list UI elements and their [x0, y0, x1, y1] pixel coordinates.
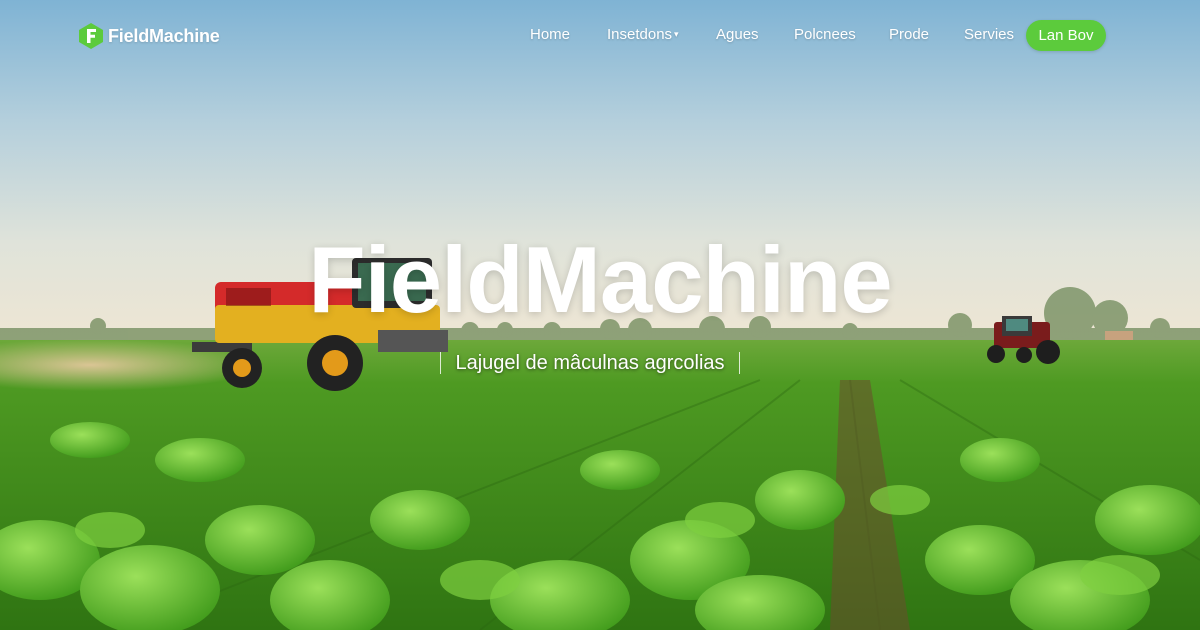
chevron-down-icon: ▾	[674, 29, 679, 39]
landing-page: FieldMachine Home Insetdons ▾ Agues Polcn…	[0, 0, 1200, 630]
hero-subtitle-box: Lajugel de mâculnas agrcolias	[440, 346, 740, 380]
nav-item-polcnees[interactable]: Polcnees	[794, 26, 856, 43]
subtitle-divider	[440, 352, 441, 374]
hero-subtitle: Lajugel de mâculnas agrcolias	[455, 352, 725, 374]
hero-title: FieldMachine	[308, 227, 892, 332]
nav-item-label: Insetdons	[607, 26, 673, 43]
main-nav: Home Insetdons ▾ Agues Polcnees Prode Ser…	[0, 26, 1200, 46]
nav-item-home[interactable]: Home	[530, 26, 570, 43]
top-navbar: FieldMachine Home Insetdons ▾ Agues Polcn…	[0, 0, 1200, 72]
nav-item-prode[interactable]: Prode	[889, 26, 929, 43]
cta-button[interactable]: Lan Bov	[1026, 20, 1106, 51]
nav-item-servies[interactable]: Servies	[964, 26, 1014, 43]
nav-item-agues[interactable]: Agues	[716, 26, 759, 43]
subtitle-divider	[739, 352, 740, 374]
nav-item-insetdons[interactable]: Insetdons ▾	[607, 26, 679, 43]
